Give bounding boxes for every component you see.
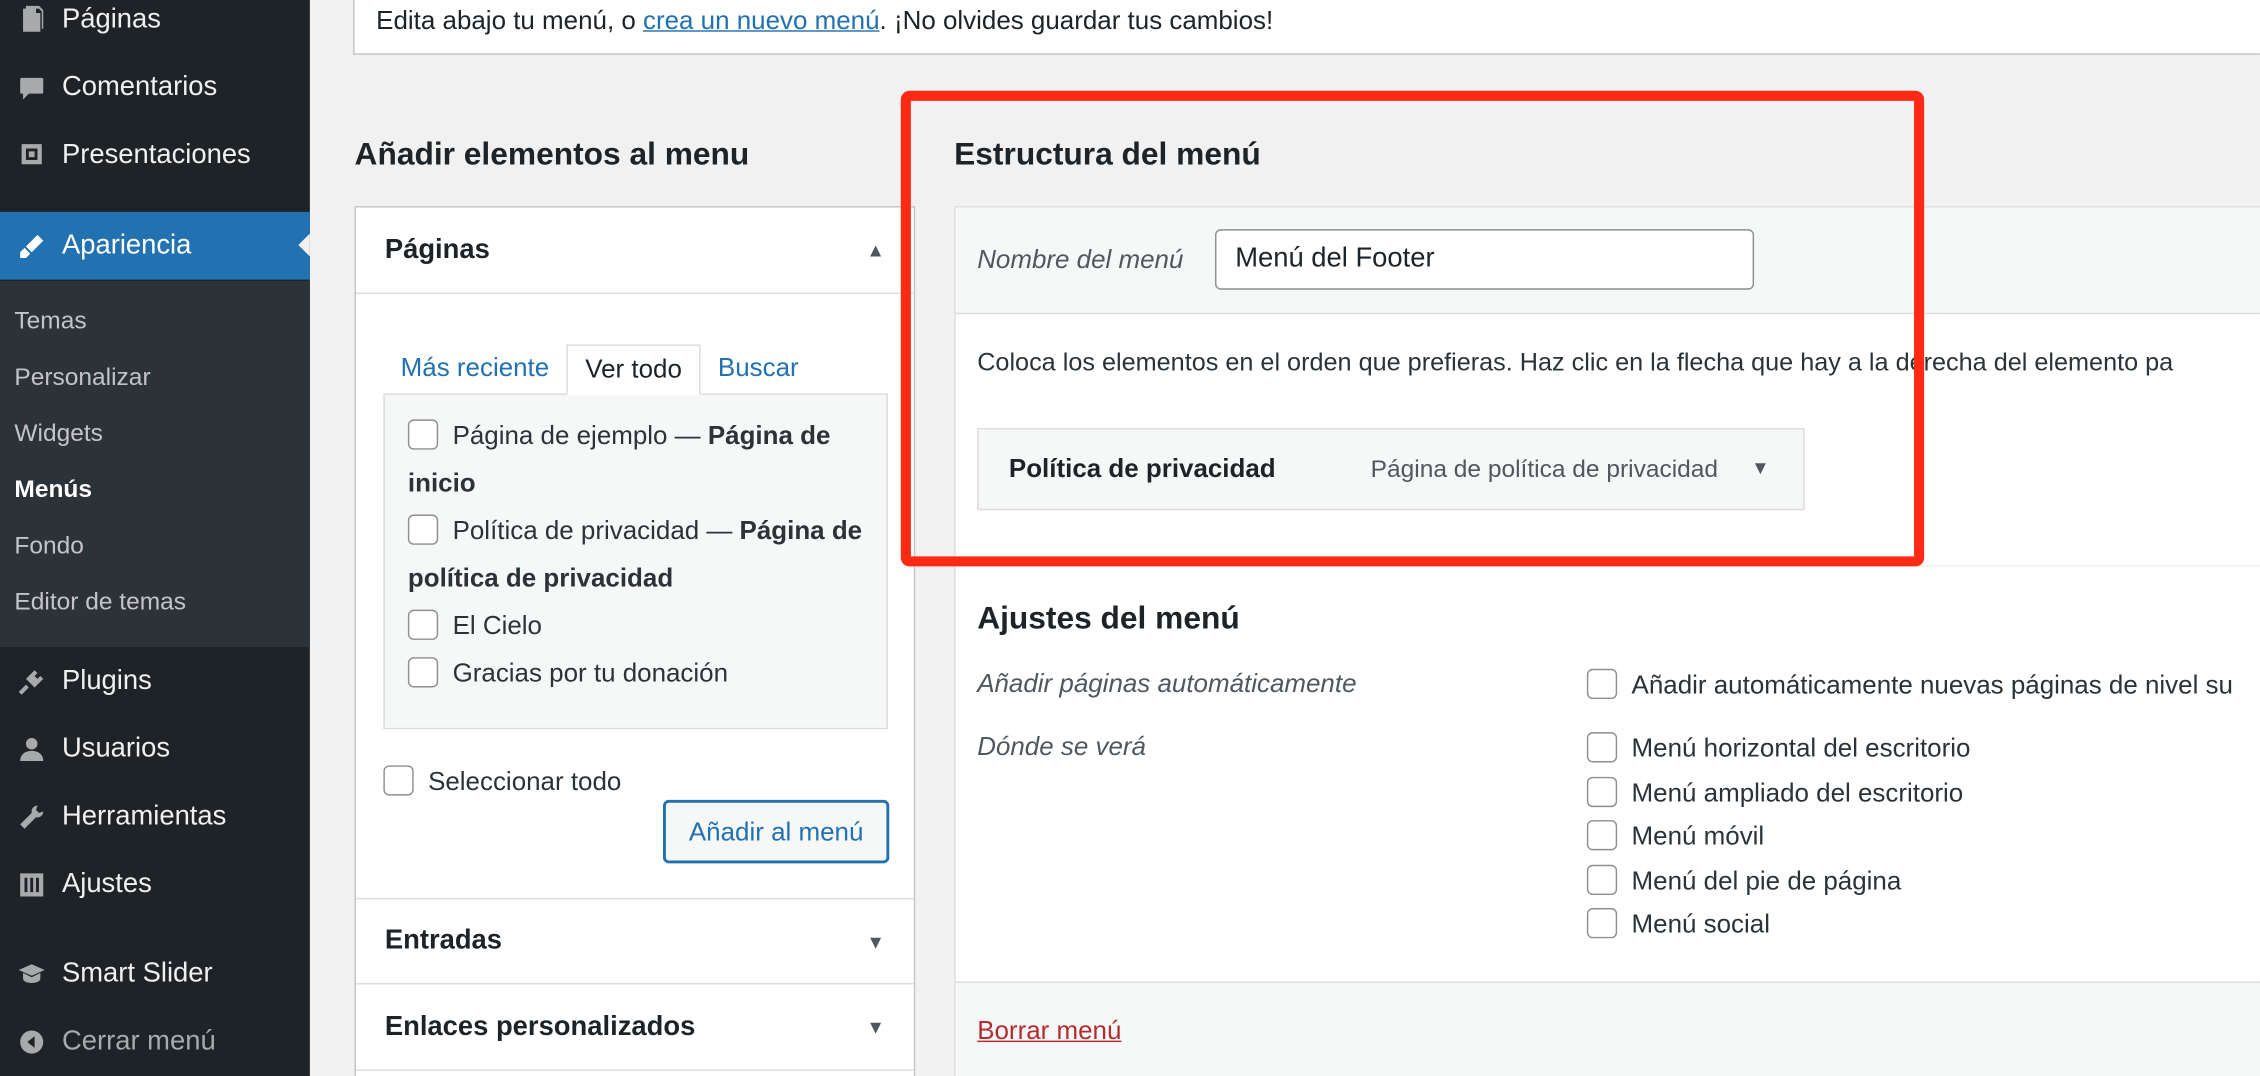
location-label: Menú social bbox=[1631, 909, 1770, 939]
edit-notice: Edita abajo tu menú, o crea un nuevo men… bbox=[353, 0, 2260, 55]
sidebar-item-smart-slider[interactable]: Smart Slider bbox=[0, 940, 310, 1008]
sidebar-item-plugins[interactable]: Plugins bbox=[0, 647, 310, 715]
sidebar-item-label: Smart Slider bbox=[61, 957, 213, 989]
location-label: Menú horizontal del escritorio bbox=[1631, 733, 1971, 763]
page-checkbox[interactable] bbox=[407, 657, 439, 688]
accordion-posts[interactable]: Entradas ▼ bbox=[356, 897, 914, 985]
page-name: Política de privacidad — bbox=[452, 515, 740, 545]
select-all-label: Seleccionar todo bbox=[428, 766, 622, 796]
submenu-item-menus[interactable]: Menús bbox=[14, 476, 92, 505]
add-items-panel: Páginas ▲ Más reciente Ver todo Buscar P… bbox=[354, 206, 916, 1076]
sidebar-item-appearance[interactable]: Apariencia bbox=[0, 211, 310, 280]
delete-menu-link[interactable]: Borrar menú bbox=[977, 1016, 1121, 1046]
sidebar-item-presentations[interactable]: Presentaciones bbox=[0, 121, 310, 189]
sidebar-item-label: Herramientas bbox=[61, 800, 227, 831]
location-row: Menú ampliado del escritorio bbox=[1586, 776, 1964, 809]
presentations-icon bbox=[0, 141, 62, 170]
tab-search[interactable]: Buscar bbox=[701, 344, 816, 394]
menu-settings-heading: Ajustes del menú bbox=[977, 599, 1240, 636]
highlight-annotation-box bbox=[900, 90, 1925, 567]
sidebar-item-label: Ajustes bbox=[61, 868, 152, 899]
location-row: Menú horizontal del escritorio bbox=[1586, 732, 1971, 764]
location-row: Menú del pie de página bbox=[1586, 864, 1902, 897]
submenu-item-background[interactable]: Fondo bbox=[14, 532, 83, 561]
expand-arrow-icon[interactable]: ▼ bbox=[866, 930, 885, 952]
sidebar-item-label: Cerrar menú bbox=[61, 1025, 216, 1056]
select-all-checkbox[interactable] bbox=[383, 765, 414, 796]
pages-checklist: Página de ejemplo — Página de inicio Pol… bbox=[383, 393, 888, 730]
location-checkbox[interactable] bbox=[1586, 776, 1618, 808]
tab-most-recent[interactable]: Más reciente bbox=[383, 344, 566, 394]
sidebar-item-label: Páginas bbox=[61, 3, 161, 34]
menu-footer-bar bbox=[955, 981, 2260, 1076]
sidebar-item-label: Usuarios bbox=[61, 732, 171, 764]
location-row: Menú móvil bbox=[1586, 820, 1765, 852]
auto-add-row: Añadir automáticamente nuevas páginas de… bbox=[1586, 668, 2233, 701]
page-checkbox[interactable] bbox=[407, 419, 439, 450]
appearance-brush-icon bbox=[0, 231, 62, 260]
location-checkbox[interactable] bbox=[1586, 732, 1618, 763]
submenu-item-theme-editor[interactable]: Editor de temas bbox=[14, 588, 186, 617]
pages-tabs: Más reciente Ver todo Buscar bbox=[383, 344, 816, 395]
sidebar-item-comments[interactable]: Comentarios bbox=[0, 53, 310, 121]
location-checkbox[interactable] bbox=[1586, 820, 1618, 851]
list-item: Gracias por tu donación bbox=[407, 650, 863, 698]
page-name: Página de ejemplo — bbox=[452, 420, 708, 450]
page-checkbox[interactable] bbox=[407, 609, 439, 640]
auto-add-checkbox[interactable] bbox=[1586, 668, 1618, 700]
notice-text-before: Edita abajo tu menú, o bbox=[376, 5, 643, 35]
sidebar-item-settings[interactable]: Ajustes bbox=[0, 850, 310, 918]
smart-slider-icon bbox=[0, 959, 62, 988]
sidebar-item-users[interactable]: Usuarios bbox=[0, 715, 310, 783]
plugins-icon bbox=[0, 667, 62, 696]
accordion-pages[interactable]: Páginas ▲ bbox=[356, 208, 914, 295]
display-location-label: Dónde se verá bbox=[977, 732, 1146, 762]
sidebar-item-tools[interactable]: Herramientas bbox=[0, 783, 310, 851]
appearance-submenu: Temas Personalizar Widgets Menús Fondo E… bbox=[0, 281, 310, 648]
location-label: Menú ampliado del escritorio bbox=[1631, 778, 1964, 808]
users-icon bbox=[0, 734, 62, 763]
accordion-title: Enlaces personalizados bbox=[384, 1011, 696, 1042]
sidebar-item-label: Plugins bbox=[61, 665, 152, 696]
notice-text-after: . ¡No olvides guardar tus cambios! bbox=[879, 5, 1274, 35]
create-new-menu-link[interactable]: crea un nuevo menú bbox=[643, 6, 880, 35]
location-checkbox[interactable] bbox=[1586, 908, 1618, 939]
accordion-title: Páginas bbox=[384, 234, 490, 265]
location-row: Menú social bbox=[1586, 908, 1770, 940]
expand-arrow-icon[interactable]: ▼ bbox=[866, 1016, 885, 1038]
auto-add-label: Añadir páginas automáticamente bbox=[977, 668, 1357, 698]
accordion-title: Entradas bbox=[384, 925, 503, 956]
location-checkbox[interactable] bbox=[1586, 864, 1618, 896]
sidebar-item-label: Apariencia bbox=[61, 229, 192, 261]
add-items-heading: Añadir elementos al menu bbox=[354, 135, 750, 172]
admin-sidebar: Páginas Comentarios Presentaciones Apari… bbox=[0, 0, 310, 1076]
location-label: Menú del pie de página bbox=[1631, 866, 1902, 896]
page-name: El Cielo bbox=[452, 611, 542, 640]
sidebar-item-label: Presentaciones bbox=[61, 139, 251, 170]
pages-icon bbox=[0, 5, 62, 34]
submenu-item-customize[interactable]: Personalizar bbox=[14, 363, 150, 392]
sidebar-item-pages[interactable]: Páginas bbox=[0, 0, 310, 53]
comments-icon bbox=[0, 73, 62, 102]
page-name: Gracias por tu donación bbox=[452, 658, 729, 688]
tools-wrench-icon bbox=[0, 802, 62, 831]
location-label: Menú móvil bbox=[1631, 821, 1765, 851]
submenu-item-widgets[interactable]: Widgets bbox=[14, 419, 103, 448]
settings-sliders-icon bbox=[0, 870, 62, 899]
accordion-custom-links[interactable]: Enlaces personalizados ▼ bbox=[356, 984, 914, 1071]
auto-add-text: Añadir automáticamente nuevas páginas de… bbox=[1631, 670, 2233, 700]
add-to-menu-button[interactable]: Añadir al menú bbox=[662, 799, 890, 864]
collapse-menu-icon bbox=[0, 1027, 62, 1056]
list-item: Página de ejemplo — Página de inicio bbox=[407, 412, 863, 507]
select-all-row: Seleccionar todo bbox=[383, 765, 621, 797]
list-item: El Cielo bbox=[407, 602, 863, 650]
collapse-menu-button[interactable]: Cerrar menú bbox=[0, 1007, 310, 1075]
collapse-arrow-icon[interactable]: ▲ bbox=[866, 239, 885, 261]
submenu-item-themes[interactable]: Temas bbox=[14, 307, 86, 336]
list-item: Política de privacidad — Página de polít… bbox=[407, 507, 863, 602]
tab-view-all[interactable]: Ver todo bbox=[566, 344, 701, 395]
page-checkbox[interactable] bbox=[407, 514, 439, 545]
sidebar-item-label: Comentarios bbox=[61, 71, 218, 102]
